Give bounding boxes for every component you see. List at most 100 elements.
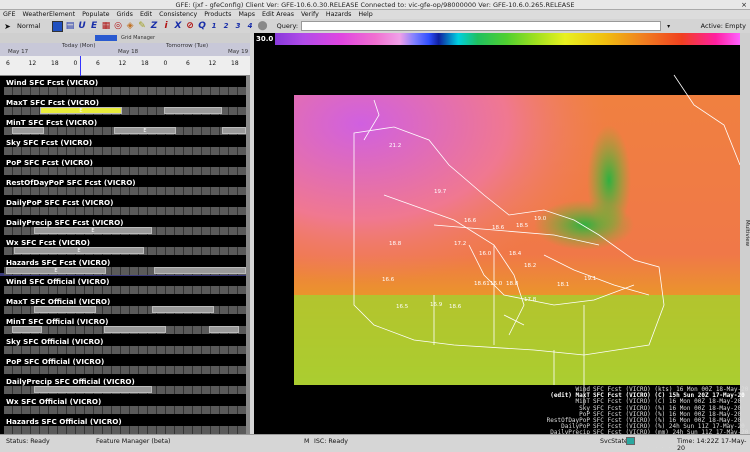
query-input[interactable] xyxy=(301,21,662,31)
grid-block[interactable] xyxy=(222,127,246,134)
grid-manager-icon[interactable] xyxy=(51,20,63,32)
grid-timeline[interactable] xyxy=(4,147,246,155)
spreadsheet-icon[interactable]: ▦ xyxy=(102,21,111,32)
grid-timeline[interactable]: E xyxy=(4,247,246,255)
menu-item-verify[interactable]: Verify xyxy=(301,10,319,19)
grid-row[interactable]: Wx SFC Official (VICRO) xyxy=(0,396,247,416)
grid-row-label[interactable]: Sky SFC Fcst (VICRO) xyxy=(6,138,92,147)
grid-timeline[interactable] xyxy=(4,366,246,374)
grid-row-label[interactable]: DailyPoP SFC Fcst (VICRO) xyxy=(6,198,113,207)
grid-row[interactable]: MaxT SFC Fcst (VICRO) E xyxy=(0,97,247,117)
grid-timeline[interactable]: E xyxy=(4,127,246,135)
grid-timeline[interactable] xyxy=(4,406,246,414)
grid-block[interactable]: E xyxy=(34,227,152,234)
grid-row[interactable]: MinT SFC Official (VICRO) xyxy=(0,316,247,336)
grid-row[interactable]: DailyPoP SFC Fcst (VICRO) xyxy=(0,197,247,217)
grid-row[interactable]: Wind SFC Official (VICRO) xyxy=(0,276,247,296)
map-canvas[interactable]: 21.2 19.7 16.6 18.6 18.5 19.0 18.8 17.2 16.0 18.4… xyxy=(254,45,740,434)
grid-block[interactable]: E xyxy=(114,127,176,134)
menu-item-edit-areas[interactable]: Edit Areas xyxy=(262,10,294,19)
grid-row[interactable]: Hazards SFC Fcst (VICRO) E xyxy=(0,257,247,277)
num-2[interactable]: 2 xyxy=(222,21,231,32)
grid-row-label[interactable]: PoP SFC Official (VICRO) xyxy=(6,357,104,366)
grid-block[interactable]: E xyxy=(6,267,106,274)
num-1[interactable]: 1 xyxy=(210,21,219,32)
grid-block[interactable] xyxy=(164,107,222,114)
grid-block[interactable]: E xyxy=(40,107,122,114)
z-icon[interactable]: Z xyxy=(150,21,159,32)
grid-row[interactable]: Hazards SFC Official (VICRO) xyxy=(0,416,247,434)
grid-row-label[interactable]: Sky SFC Official (VICRO) xyxy=(6,337,103,346)
dropdown-icon[interactable]: ▾ xyxy=(664,21,673,32)
grid-timeline[interactable]: E xyxy=(4,267,246,275)
grid-block[interactable] xyxy=(12,127,44,134)
menu-item-edit[interactable]: Edit xyxy=(140,10,152,19)
grid-block[interactable] xyxy=(104,326,166,333)
grid-row[interactable]: PoP SFC Official (VICRO) xyxy=(0,356,247,376)
grid-row[interactable]: MaxT SFC Official (VICRO) xyxy=(0,296,247,316)
menu-item-maps[interactable]: Maps xyxy=(238,10,255,19)
grid-row-label[interactable]: Hazards SFC Official (VICRO) xyxy=(6,417,122,426)
grid-row-label[interactable]: DailyPrecip SFC Fcst (VICRO) xyxy=(6,218,123,227)
undo-icon[interactable]: U xyxy=(78,21,87,32)
menu-item-consistency[interactable]: Consistency xyxy=(159,10,197,19)
grid-timeline[interactable] xyxy=(4,426,246,434)
pointer-icon[interactable]: ➤ xyxy=(3,21,12,32)
grid-row-label[interactable]: Hazards SFC Fcst (VICRO) xyxy=(6,258,110,267)
grid-row[interactable]: DailyPrecip SFC Fcst (VICRO) E xyxy=(0,217,247,237)
num-4[interactable]: 4 xyxy=(246,21,255,32)
edit-icon[interactable]: E xyxy=(90,21,99,32)
grid-row[interactable]: PoP SFC Fcst (VICRO) xyxy=(0,157,247,177)
menu-item-products[interactable]: Products xyxy=(204,10,231,19)
grid-block[interactable] xyxy=(12,326,42,333)
menu-item-grids[interactable]: Grids xyxy=(116,10,133,19)
grid-row[interactable]: Sky SFC Official (VICRO) xyxy=(0,336,247,356)
circle-icon[interactable]: ⬤ xyxy=(258,21,268,32)
gm-icon[interactable] xyxy=(95,35,117,41)
grid-row-label[interactable]: MinT SFC Fcst (VICRO) xyxy=(6,118,97,127)
grid-row-label[interactable]: Wx SFC Fcst (VICRO) xyxy=(6,238,90,247)
menu-item-weatherelement[interactable]: WeatherElement xyxy=(22,10,75,19)
grid-row[interactable]: Wx SFC Fcst (VICRO) E xyxy=(0,237,247,257)
multiview-tab[interactable]: Multiview xyxy=(740,220,750,246)
grid-block[interactable] xyxy=(154,267,246,274)
grid-row-label[interactable]: Wx SFC Official (VICRO) xyxy=(6,397,101,406)
grid-block[interactable] xyxy=(152,306,214,313)
map-panel[interactable]: 30.0 21.2 19.7 16.6 18.6 18.5 19.0 18.8 17.2 16.… xyxy=(254,33,740,434)
grid-block[interactable] xyxy=(209,326,239,333)
mode-label[interactable]: Normal xyxy=(17,22,41,30)
menu-item-help[interactable]: Help xyxy=(358,10,372,19)
grid-row-label[interactable]: MaxT SFC Fcst (VICRO) xyxy=(6,98,99,107)
publish-icon[interactable]: ◈ xyxy=(126,21,135,32)
grid-row-label[interactable]: DailyPrecip SFC Official (VICRO) xyxy=(6,377,135,386)
grid-timeline[interactable] xyxy=(4,346,246,354)
target-icon[interactable]: ◎ xyxy=(114,21,123,32)
grid-timeline[interactable] xyxy=(4,386,246,394)
q-icon[interactable]: Q xyxy=(198,21,207,32)
grid-row-label[interactable]: RestOfDayPoP SFC Fcst (VICRO) xyxy=(6,178,136,187)
grid-timeline[interactable] xyxy=(4,286,246,294)
grid-timeline[interactable] xyxy=(4,326,246,334)
grid-row-label[interactable]: MinT SFC Official (VICRO) xyxy=(6,317,108,326)
hour-bar[interactable]: 6 12 18 0 6 12 18 0 6 12 18 xyxy=(0,56,250,76)
grid-timeline[interactable]: E xyxy=(4,107,246,115)
grid-timeline[interactable] xyxy=(4,87,246,95)
grid-timeline[interactable] xyxy=(4,207,246,215)
grid-timeline[interactable] xyxy=(4,306,246,314)
grid-timeline[interactable]: E xyxy=(4,227,246,235)
grid-row-label[interactable]: PoP SFC Fcst (VICRO) xyxy=(6,158,93,167)
info-icon[interactable]: i xyxy=(162,21,171,32)
num-3[interactable]: 3 xyxy=(234,21,243,32)
grid-row[interactable]: RestOfDayPoP SFC Fcst (VICRO) xyxy=(0,177,247,197)
menu-item-populate[interactable]: Populate xyxy=(82,10,109,19)
grid-row-label[interactable]: MaxT SFC Official (VICRO) xyxy=(6,297,110,306)
grid-row[interactable]: Sky SFC Fcst (VICRO) xyxy=(0,137,247,157)
menu-item-gfe[interactable]: GFE xyxy=(3,10,15,19)
grid-timeline[interactable] xyxy=(4,167,246,175)
grid-row[interactable]: Wind SFC Fcst (VICRO) xyxy=(0,77,247,97)
stop-icon[interactable]: ⊘ xyxy=(186,21,195,32)
grid-row[interactable]: DailyPrecip SFC Official (VICRO) xyxy=(0,376,247,396)
close-icon[interactable]: × xyxy=(740,1,748,9)
grid-timeline[interactable] xyxy=(4,187,246,195)
grid-row[interactable]: MinT SFC Fcst (VICRO) E xyxy=(0,117,247,137)
